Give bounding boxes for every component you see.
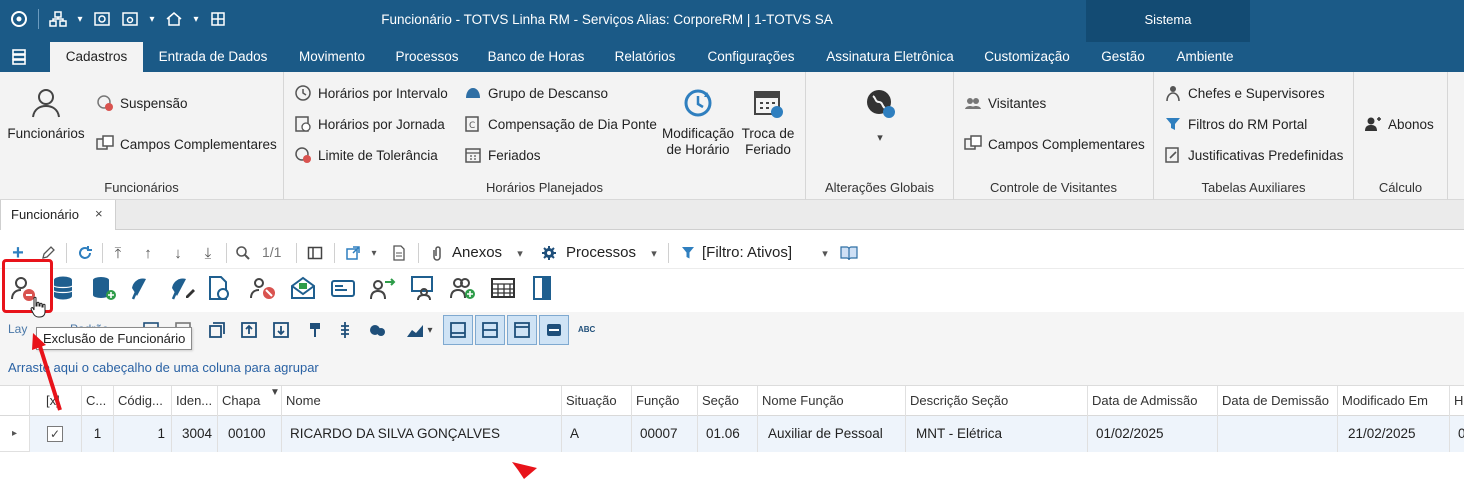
annotation-layer [30, 296, 537, 479]
hand-cursor-icon [30, 296, 46, 318]
red-pointer [512, 462, 537, 479]
red-arrow [32, 333, 62, 411]
